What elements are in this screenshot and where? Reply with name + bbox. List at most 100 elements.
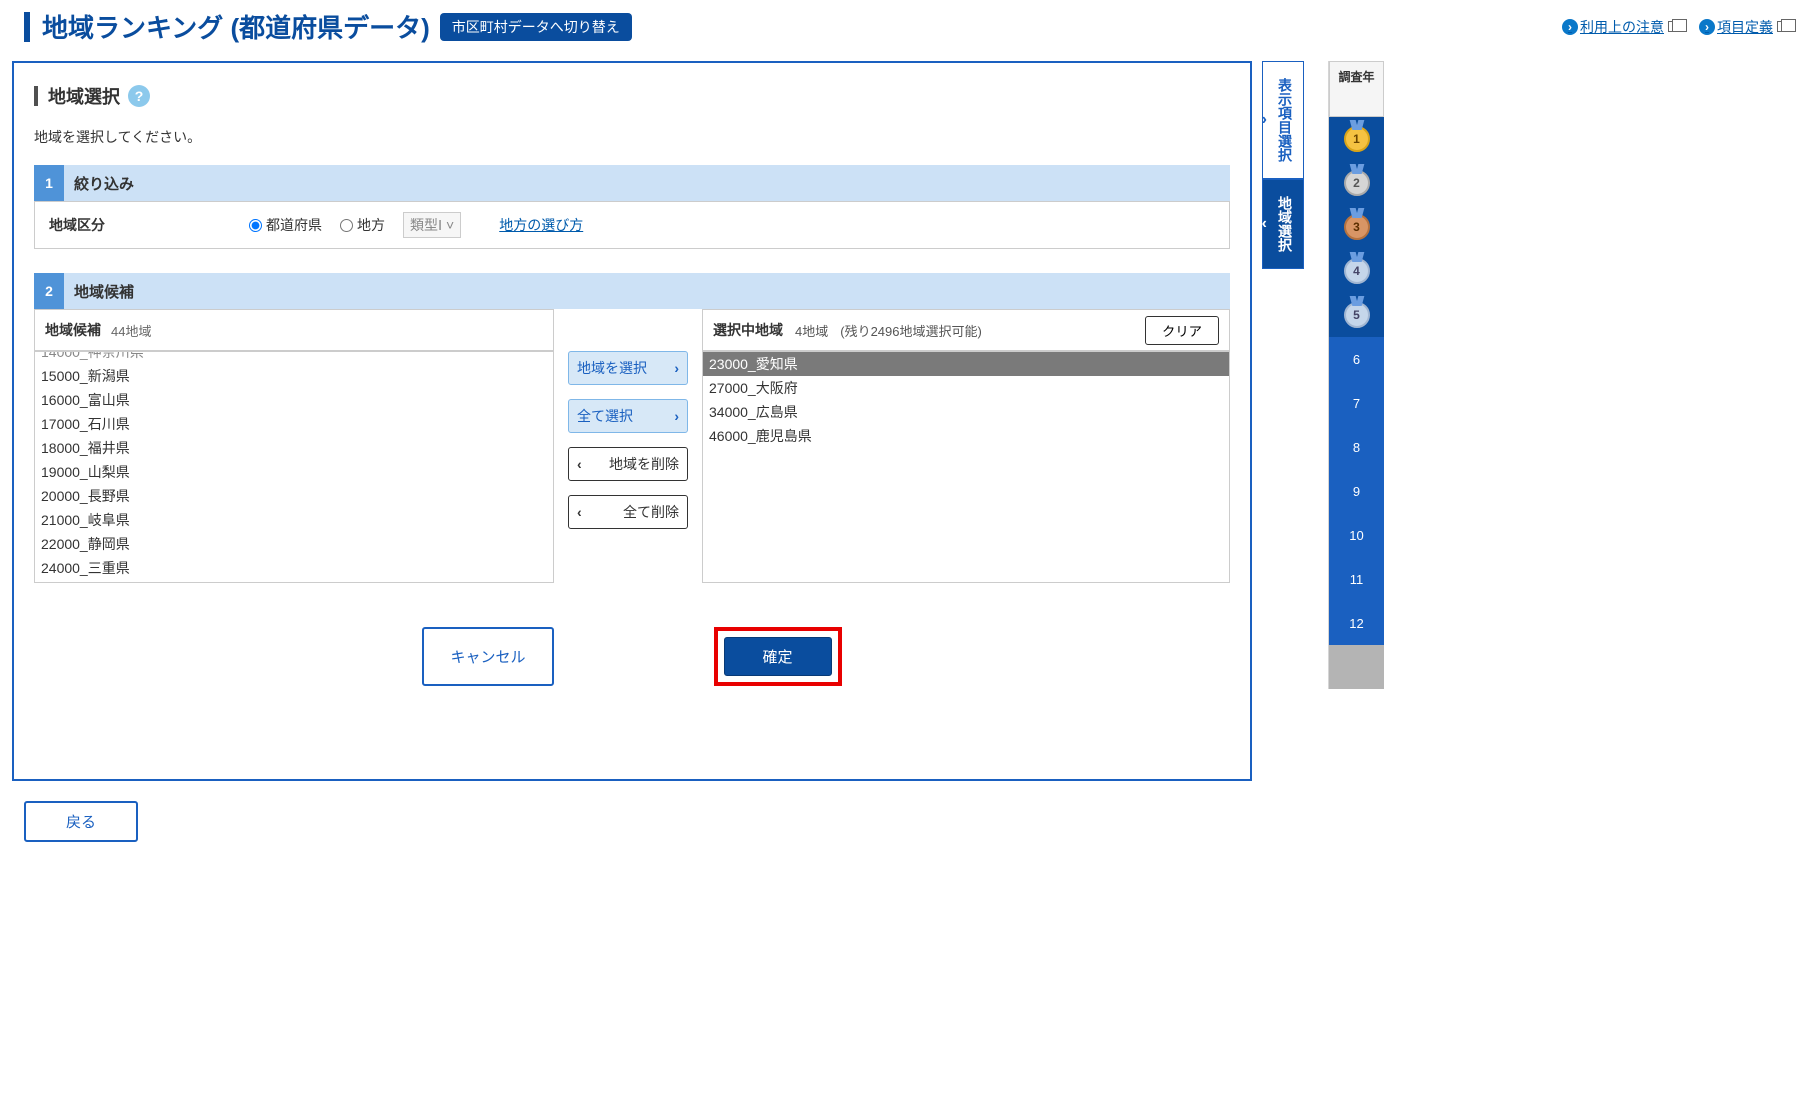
medal-icon: 5 xyxy=(1344,302,1370,328)
remove-all-button[interactable]: ‹ 全て削除 xyxy=(568,495,688,529)
selected-listbox[interactable]: 23000_愛知県27000_大阪府34000_広島県46000_鹿児島県 xyxy=(702,351,1230,583)
confirm-highlight: 確定 xyxy=(714,627,842,686)
candidate-option[interactable]: 20000_長野県 xyxy=(35,484,553,508)
bottom-buttons: キャンセル 確定 xyxy=(34,627,1230,686)
rank-cell[interactable]: 8 xyxy=(1329,425,1384,469)
radio-prefecture[interactable]: 都道府県 xyxy=(249,215,322,235)
region-selection-panel: 地域選択 ? 地域を選択してください。 1 絞り込み 地域区分 都道府県 地方 xyxy=(12,61,1252,781)
title-accent xyxy=(24,12,30,42)
item-definitions-link[interactable]: › 項目定義 xyxy=(1699,17,1790,37)
select-region-button[interactable]: 地域を選択 › xyxy=(568,351,688,385)
confirm-button[interactable]: 確定 xyxy=(724,637,832,676)
candidate-option[interactable]: 22000_静岡県 xyxy=(35,532,553,556)
btn-label: 地域を選択 xyxy=(577,358,647,378)
selected-label: 選択中地域 xyxy=(713,320,783,340)
tab-region-selection[interactable]: 地域選択 ‹ xyxy=(1262,179,1304,269)
tab-label: 地域選択 xyxy=(1275,196,1295,252)
candidate-option[interactable]: 21000_岐阜県 xyxy=(35,508,553,532)
arrow-icon: › xyxy=(1699,19,1715,35)
cancel-button[interactable]: キャンセル xyxy=(422,627,553,686)
heading-text: 地域選択 xyxy=(48,83,120,109)
switch-data-button[interactable]: 市区町村データへ切り替え xyxy=(440,13,632,41)
rank-cell[interactable]: 9 xyxy=(1329,469,1384,513)
medal-silver-icon: 2 xyxy=(1344,170,1370,196)
medal-gold-icon: 1 xyxy=(1344,126,1370,152)
type-select-disabled: 類型Ⅰ ˅ xyxy=(403,212,461,238)
candidate-option[interactable]: 17000_石川県 xyxy=(35,412,553,436)
candidate-option[interactable]: 18000_福井県 xyxy=(35,436,553,460)
region-type-radios: 都道府県 地方 類型Ⅰ ˅ 地方の選び方 xyxy=(249,212,583,238)
remove-region-button[interactable]: ‹ 地域を削除 xyxy=(568,447,688,481)
rank-cell[interactable]: 12 xyxy=(1329,601,1384,645)
region-help-link[interactable]: 地方の選び方 xyxy=(499,215,583,235)
radio-label: 地方 xyxy=(357,215,385,235)
candidate-label: 地域候補 xyxy=(45,320,101,340)
medal-bronze-icon: 3 xyxy=(1344,214,1370,240)
selected-option[interactable]: 23000_愛知県 xyxy=(703,352,1229,376)
select-all-button[interactable]: 全て選択 › xyxy=(568,399,688,433)
tab-label: 表示項目選択 xyxy=(1275,78,1295,162)
medal-icon: 4 xyxy=(1344,258,1370,284)
section-title: 絞り込み xyxy=(74,173,134,194)
back-button[interactable]: 戻る xyxy=(24,801,138,842)
selected-option[interactable]: 34000_広島県 xyxy=(703,400,1229,424)
rank-cell-4[interactable]: 4 xyxy=(1329,249,1384,293)
chevron-right-icon: › xyxy=(674,408,679,424)
radio-label: 都道府県 xyxy=(266,215,322,235)
candidate-listbox[interactable]: 14000_神奈川県15000_新潟県16000_富山県17000_石川県180… xyxy=(34,351,554,583)
rank-cell-more[interactable] xyxy=(1329,645,1384,689)
rank-cell[interactable]: 11 xyxy=(1329,557,1384,601)
candidate-option[interactable]: 16000_富山県 xyxy=(35,388,553,412)
candidate-option[interactable]: 15000_新潟県 xyxy=(35,364,553,388)
help-icon[interactable]: ? xyxy=(128,85,150,107)
candidate-header: 地域候補 44地域 xyxy=(34,309,554,351)
candidate-option[interactable]: 24000_三重県 xyxy=(35,556,553,580)
arrow-icon: › xyxy=(1562,19,1578,35)
select-value: 類型Ⅰ xyxy=(410,217,442,233)
section-number: 1 xyxy=(34,165,64,201)
rank-cell-5[interactable]: 5 xyxy=(1329,293,1384,337)
section-2-bar: 2 地域候補 xyxy=(34,273,1230,309)
panel-heading: 地域選択 ? xyxy=(34,83,1230,109)
selected-column: 選択中地域 4地域 (残り2496地域選択可能) クリア 23000_愛知県27… xyxy=(702,309,1230,583)
chevron-left-icon: ‹ xyxy=(1262,215,1267,233)
heading-accent xyxy=(34,86,38,106)
ranking-header: 調査年 xyxy=(1329,61,1384,117)
selected-option[interactable]: 46000_鹿児島県 xyxy=(703,424,1229,448)
rank-cell-3[interactable]: 3 xyxy=(1329,205,1384,249)
side-tabs: 表示項目選択 › 地域選択 ‹ xyxy=(1262,61,1304,269)
selected-header: 選択中地域 4地域 (残り2496地域選択可能) クリア xyxy=(702,309,1230,351)
tab-display-items[interactable]: 表示項目選択 › xyxy=(1262,61,1304,179)
link-label: 利用上の注意 xyxy=(1580,17,1664,37)
chevron-right-icon: › xyxy=(1262,111,1267,129)
candidate-option[interactable]: 14000_神奈川県 xyxy=(35,351,553,364)
page-title: 地域ランキング (都道府県データ) xyxy=(42,8,430,45)
btn-label: 全て選択 xyxy=(577,406,633,426)
selected-option[interactable]: 27000_大阪府 xyxy=(703,376,1229,400)
selected-remaining: (残り2496地域選択可能) xyxy=(840,321,982,340)
clear-button[interactable]: クリア xyxy=(1145,316,1219,345)
popout-icon xyxy=(1668,21,1681,32)
radio-region[interactable]: 地方 xyxy=(340,215,385,235)
btn-label: 全て削除 xyxy=(623,502,679,522)
section-title: 地域候補 xyxy=(74,281,134,302)
candidate-count: 44地域 xyxy=(111,321,151,340)
rank-cell[interactable]: 6 xyxy=(1329,337,1384,381)
chevron-right-icon: › xyxy=(674,360,679,376)
chevron-left-icon: ‹ xyxy=(577,504,582,520)
usage-notes-link[interactable]: › 利用上の注意 xyxy=(1562,17,1681,37)
radio-input[interactable] xyxy=(340,219,353,232)
rank-cell[interactable]: 10 xyxy=(1329,513,1384,557)
candidate-option[interactable]: 25000_滋賀県 xyxy=(35,580,553,583)
link-label: 項目定義 xyxy=(1717,17,1773,37)
btn-label: 地域を削除 xyxy=(609,454,679,474)
candidate-option[interactable]: 19000_山梨県 xyxy=(35,460,553,484)
rank-cell[interactable]: 7 xyxy=(1329,381,1384,425)
rank-cell-1[interactable]: 1 xyxy=(1329,117,1384,161)
radio-input[interactable] xyxy=(249,219,262,232)
ranking-sidebar: 調査年 1 2 3 4 5 6789101112 xyxy=(1328,61,1384,689)
popout-icon xyxy=(1777,21,1790,32)
rank-cell-2[interactable]: 2 xyxy=(1329,161,1384,205)
section-1-bar: 1 絞り込み xyxy=(34,165,1230,201)
instruction-text: 地域を選択してください。 xyxy=(34,127,1230,147)
